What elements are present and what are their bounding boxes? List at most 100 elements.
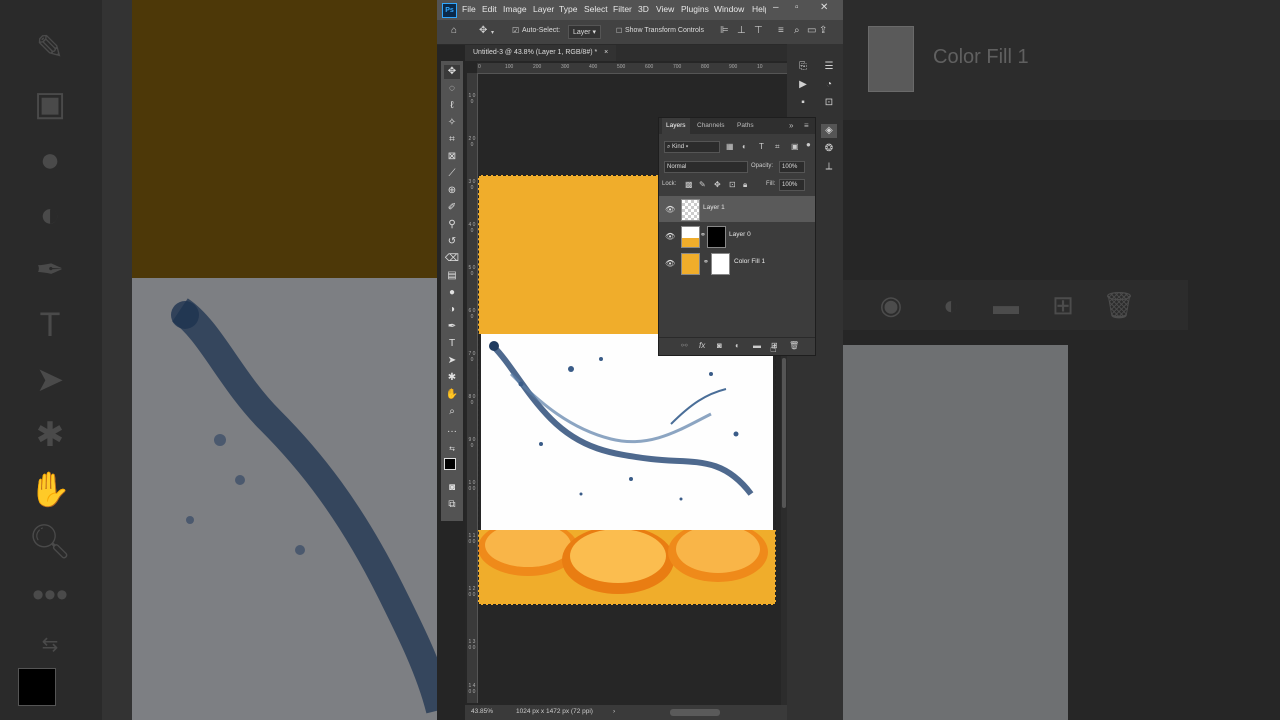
- move-tool-icon[interactable]: ✥: [444, 65, 460, 79]
- lock-all-icon[interactable]: 🔒︎: [743, 180, 747, 190]
- visibility-eye-icon[interactable]: 👁︎: [665, 205, 675, 214]
- visibility-eye-icon[interactable]: 👁︎: [665, 232, 675, 241]
- lock-pixels-icon[interactable]: ✎: [699, 180, 706, 189]
- more-tools-icon[interactable]: ···: [444, 425, 460, 439]
- menu-layer[interactable]: Layer: [533, 4, 554, 14]
- fx-icon[interactable]: fx: [699, 341, 705, 350]
- align-left-icon[interactable]: ⊫: [720, 25, 729, 36]
- move-tool-icon[interactable]: ✥: [479, 25, 487, 36]
- color-wheel-icon[interactable]: ◔: [821, 78, 837, 92]
- history-icon[interactable]: ⎘: [795, 60, 811, 74]
- comments-icon[interactable]: ▪: [795, 96, 811, 110]
- menu-image[interactable]: Image: [503, 4, 527, 14]
- blend-mode-dropdown[interactable]: Normal: [664, 161, 748, 173]
- blur-tool-icon[interactable]: ●: [444, 286, 460, 300]
- eraser-tool-icon[interactable]: ⌫: [444, 252, 460, 266]
- document-tab[interactable]: Untitled-3 @ 43.8% (Layer 1, RGB/8#) * ×: [465, 45, 617, 61]
- history-brush-tool-icon[interactable]: ↺: [444, 235, 460, 249]
- menu-filter[interactable]: Filter: [613, 4, 632, 14]
- collapse-icon[interactable]: »: [789, 121, 793, 130]
- dodge-tool-icon[interactable]: ◑: [444, 303, 460, 317]
- menu-help[interactable]: Help: [752, 4, 766, 14]
- align-right-icon[interactable]: ⊤: [754, 25, 763, 36]
- menu-edit[interactable]: Edit: [482, 4, 497, 14]
- gradient-tool-icon[interactable]: ▤: [444, 269, 460, 283]
- type-filter-icon[interactable]: T: [759, 142, 764, 151]
- smart-filter-icon[interactable]: ▣: [791, 142, 799, 151]
- menu-3d[interactable]: 3D: [638, 4, 649, 14]
- chain-link-icon[interactable]: ⚭: [700, 231, 706, 239]
- crop-tool-icon[interactable]: ⌗: [444, 133, 460, 147]
- menu-view[interactable]: View: [656, 4, 674, 14]
- foreground-color-swatch[interactable]: [444, 458, 456, 470]
- add-mask-icon[interactable]: ◙: [717, 341, 722, 350]
- type-tool-icon[interactable]: T: [444, 337, 460, 351]
- hand-tool-icon[interactable]: ✋: [444, 388, 460, 402]
- layers-stack-icon[interactable]: ◈: [821, 124, 837, 138]
- menu-window[interactable]: Window: [714, 4, 744, 14]
- transform-checkbox[interactable]: ☐: [616, 27, 622, 35]
- chevron-down-icon[interactable]: ▾: [491, 29, 494, 36]
- marquee-tool-icon[interactable]: ◌: [444, 82, 460, 96]
- lock-position-icon[interactable]: ✥: [714, 180, 721, 189]
- tab-channels[interactable]: Channels: [697, 122, 724, 129]
- filter-toggle-icon[interactable]: ●: [806, 140, 811, 149]
- search-icon[interactable]: ⌕: [794, 25, 800, 36]
- layer-name[interactable]: Layer 0: [729, 231, 751, 238]
- shape-filter-icon[interactable]: ⌗: [775, 142, 780, 152]
- delete-layer-icon[interactable]: 🗑︎: [789, 341, 799, 350]
- minimize-icon[interactable]: –: [773, 2, 779, 13]
- actions-play-icon[interactable]: ▶: [795, 78, 811, 92]
- clone-stamp-tool-icon[interactable]: ⚲: [444, 218, 460, 232]
- link-layers-icon[interactable]: ⚯: [681, 341, 688, 350]
- paths-icon[interactable]: ⟂: [821, 160, 837, 174]
- opacity-field[interactable]: 100%: [779, 161, 805, 173]
- tab-close-icon[interactable]: ×: [604, 49, 608, 56]
- fill-field[interactable]: 100%: [779, 179, 805, 191]
- channels-icon[interactable]: ❂: [821, 142, 837, 156]
- lock-transparent-icon[interactable]: ▩: [685, 180, 693, 189]
- menu-file[interactable]: File: [462, 4, 476, 14]
- menu-select[interactable]: Select: [584, 4, 608, 14]
- horizontal-scroll-thumb[interactable]: [670, 709, 720, 716]
- share-icon[interactable]: ⇪: [819, 25, 827, 36]
- auto-select-checkbox[interactable]: ☑: [512, 26, 519, 35]
- adjustment-filter-icon[interactable]: ◐: [742, 142, 747, 151]
- align-center-icon[interactable]: ⊥: [737, 25, 746, 36]
- close-icon[interactable]: ✕: [820, 2, 828, 13]
- adjustments-icon[interactable]: ☰: [821, 60, 837, 74]
- zoom-level[interactable]: 43.85%: [471, 708, 493, 715]
- panel-menu-icon[interactable]: ≡: [804, 121, 809, 130]
- healing-tool-icon[interactable]: ⊕: [444, 184, 460, 198]
- home-icon[interactable]: ⌂: [451, 25, 457, 36]
- layer-name[interactable]: Layer 1: [703, 204, 725, 211]
- auto-select-dropdown[interactable]: Layer ▾: [568, 25, 601, 39]
- menu-plugins[interactable]: Plugins: [681, 4, 709, 14]
- zoom-tool-icon[interactable]: ⌕: [444, 405, 460, 419]
- scroll-thumb[interactable]: [782, 358, 786, 508]
- pixel-filter-icon[interactable]: ▦: [726, 142, 734, 151]
- brush-tool-icon[interactable]: ✐: [444, 201, 460, 215]
- eyedropper-tool-icon[interactable]: ⟋: [444, 167, 460, 181]
- layer-row-color-fill-1[interactable]: 👁︎ ⚭ Color Fill 1: [659, 250, 815, 276]
- visibility-eye-icon[interactable]: 👁︎: [665, 259, 675, 268]
- layer-mask-thumbnail[interactable]: [711, 253, 730, 275]
- quick-mask-icon[interactable]: ◙: [444, 481, 460, 495]
- new-group-icon[interactable]: ▬: [753, 341, 761, 350]
- properties-icon[interactable]: ⊡: [821, 96, 837, 110]
- shape-tool-icon[interactable]: ✱: [444, 371, 460, 385]
- status-menu-arrow[interactable]: ›: [613, 708, 615, 715]
- workspace-icon[interactable]: ▭: [807, 25, 816, 36]
- layer-name[interactable]: Color Fill 1: [734, 258, 765, 265]
- path-selection-tool-icon[interactable]: ➤: [444, 354, 460, 368]
- swap-colors-icon[interactable]: ⇆: [444, 443, 460, 457]
- adjustment-layer-icon[interactable]: ◐: [735, 341, 740, 350]
- lock-artboard-icon[interactable]: ⊡: [729, 180, 736, 189]
- screen-mode-icon[interactable]: ⧉: [444, 498, 460, 512]
- frame-tool-icon[interactable]: ⊠: [444, 150, 460, 164]
- tab-paths[interactable]: Paths: [737, 122, 754, 129]
- layer-row-layer-0[interactable]: 👁︎ ⚭ Layer 0: [659, 223, 815, 249]
- layer-mask-thumbnail[interactable]: [707, 226, 726, 248]
- layer-row-layer-1[interactable]: 👁︎ Layer 1: [659, 196, 815, 222]
- more-options-icon[interactable]: ≡: [778, 25, 784, 36]
